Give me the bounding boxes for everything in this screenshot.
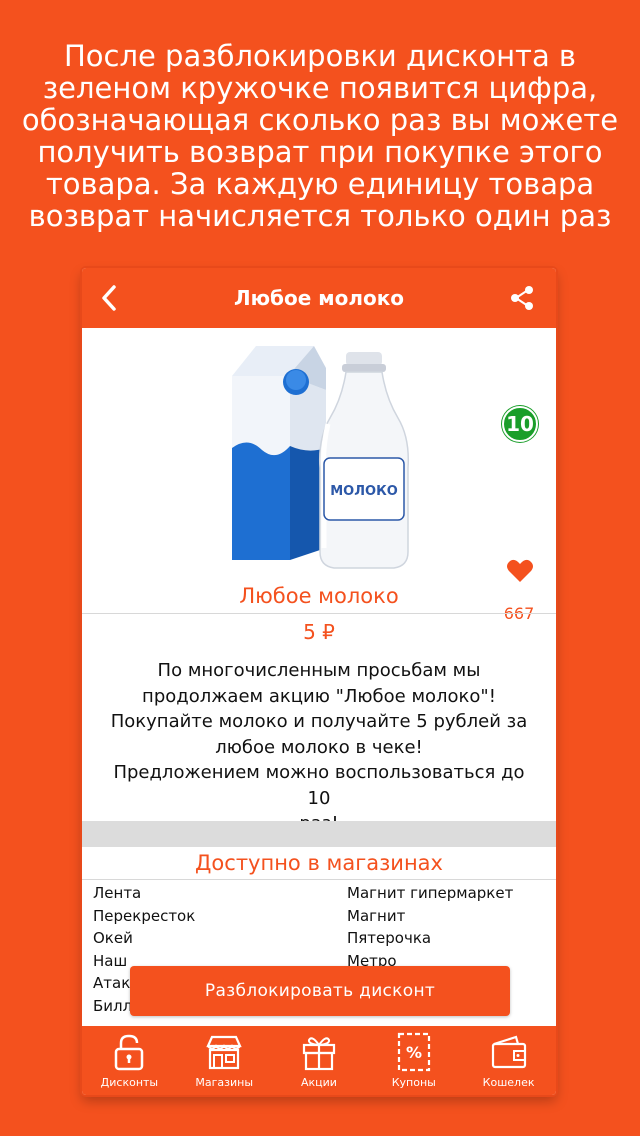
phone-screen: Любое молоко МОЛОКО 10 667 Любое молоко … — [82, 268, 556, 1095]
product-price: 5 ₽ — [303, 620, 335, 644]
store-item: Пятерочка — [347, 929, 432, 948]
tab-label: Кошелек — [482, 1076, 535, 1089]
tab-label: Магазины — [195, 1076, 254, 1089]
svg-text:%: % — [406, 1043, 422, 1062]
intro-line: После разблокировки дисконта в — [63, 39, 577, 73]
product-image: МОЛОКО — [232, 346, 410, 569]
share-icon[interactable] — [508, 284, 536, 312]
description-line: любое молоко в чеке! — [215, 736, 423, 758]
description-line: продолжаем акцию "Любое молоко"! — [142, 685, 496, 707]
store-icon — [206, 1035, 242, 1070]
product-name: Любое молоко — [82, 582, 556, 614]
product-description: По многочисленным просьбам мы продолжаем… — [102, 658, 536, 837]
tab-discounts[interactable]: Дисконты — [82, 1026, 177, 1095]
tab-label: Акции — [301, 1076, 337, 1089]
tab-coupons[interactable]: % Купоны — [366, 1026, 461, 1095]
tab-bar: Дисконты Магазины Акции % Купоны Кошелек — [82, 1026, 556, 1095]
description-line: Предложением можно воспользоваться до 10 — [113, 762, 525, 809]
back-button[interactable] — [94, 282, 124, 314]
bottle-label: МОЛОКО — [330, 484, 398, 499]
stores-title: Доступно в магазинах — [82, 848, 556, 880]
gift-icon — [302, 1037, 336, 1071]
intro-line: обозначающая сколько раз вы можете — [21, 103, 619, 137]
store-item: Лента — [93, 884, 142, 902]
page-title: Любое молоко — [233, 286, 405, 310]
tab-label: Купоны — [391, 1076, 436, 1089]
intro-line: зеленом кружочке появится цифра, — [42, 71, 598, 105]
intro-text: После разблокировки дисконта в зеленом к… — [20, 40, 620, 232]
intro-line: товара. За каждую единицу товара — [45, 167, 595, 201]
unlock-discount-button[interactable]: Разблокировать дисконт — [130, 966, 510, 1016]
tab-label: Дисконты — [100, 1076, 159, 1089]
store-item: Перекресток — [93, 906, 196, 925]
product-area: МОЛОКО 10 667 — [82, 328, 556, 623]
usage-count-badge: 10 — [502, 406, 538, 442]
heart-icon[interactable] — [506, 558, 534, 584]
tab-stores[interactable]: Магазины — [177, 1026, 272, 1095]
description-line: Покупайте молоко и получайте 5 рублей за — [110, 711, 528, 732]
intro-line: получить возврат при покупке этого — [37, 135, 603, 169]
store-item: Магнит гипермаркет — [347, 884, 514, 902]
intro-line: возврат начисляется только один раз — [28, 199, 612, 233]
coupon-icon: % — [397, 1032, 430, 1072]
description-line: По многочисленным просьбам мы — [157, 660, 481, 681]
store-item: Магнит — [347, 906, 406, 925]
section-divider — [82, 821, 556, 847]
wallet-icon — [491, 1035, 526, 1069]
tab-promotions[interactable]: Акции — [272, 1026, 367, 1095]
padlock-icon — [115, 1034, 144, 1071]
navbar: Любое молоко — [82, 268, 556, 328]
tab-wallet[interactable]: Кошелек — [461, 1026, 556, 1095]
chevron-left-icon — [102, 285, 116, 311]
store-item: Окей — [93, 929, 133, 948]
